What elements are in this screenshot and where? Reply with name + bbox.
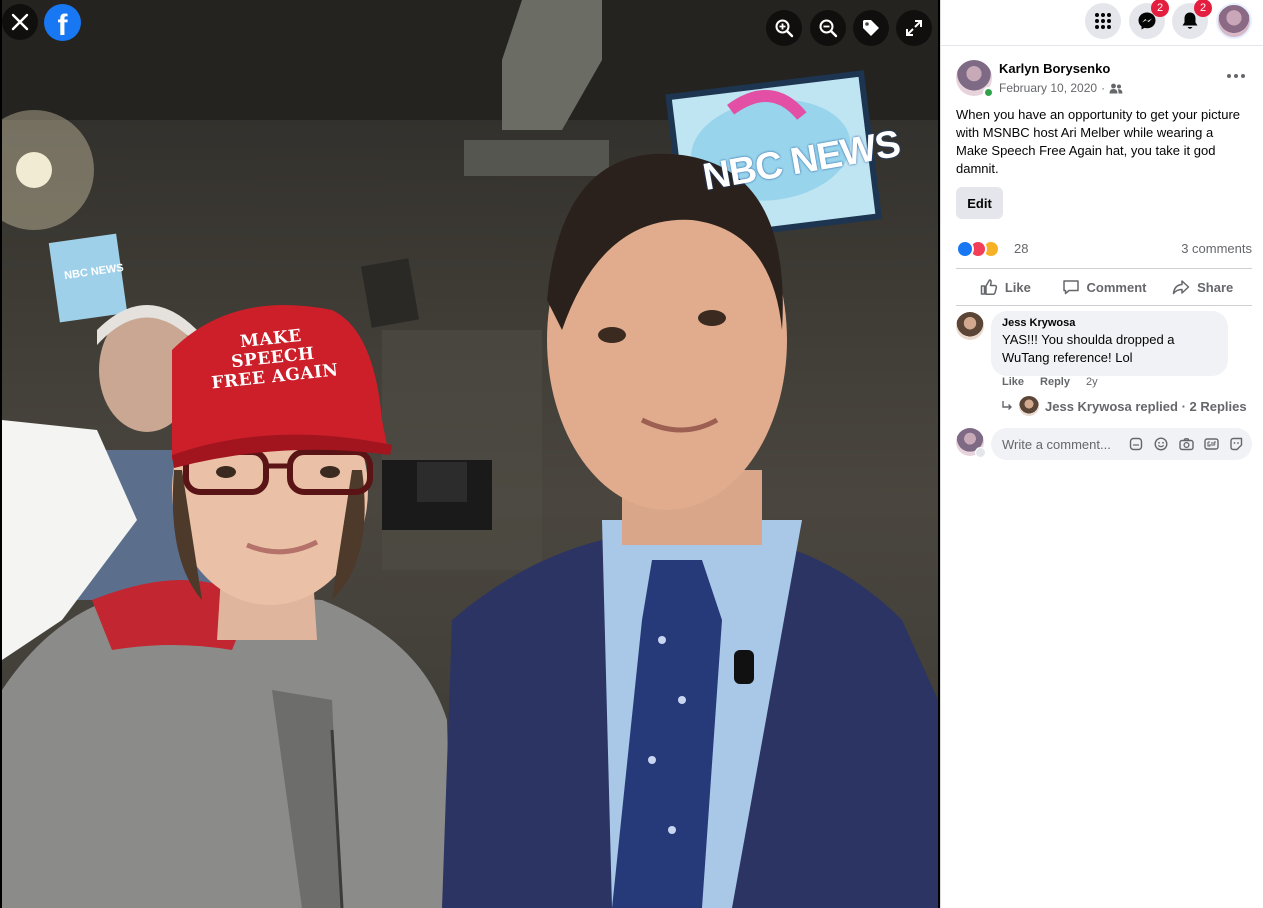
like-button[interactable]: Like	[956, 269, 1055, 305]
menu-button[interactable]	[1085, 3, 1121, 39]
comment-reply-button[interactable]: Reply	[1040, 376, 1070, 388]
reaction-icons[interactable]	[956, 240, 1010, 258]
share-label: Share	[1197, 279, 1234, 295]
comment-count[interactable]: 3 comments	[1181, 241, 1252, 256]
facebook-logo-letter: f	[57, 8, 68, 42]
share-icon	[1172, 280, 1190, 295]
author-name[interactable]: Karlyn Borysenko	[999, 61, 1110, 76]
chevron-down-icon[interactable]	[975, 447, 986, 458]
like-label: Like	[1004, 279, 1031, 295]
fullscreen-button[interactable]	[896, 10, 932, 46]
comment-text: YAS!!! You shoulda dropped a WuTang refe…	[1002, 332, 1175, 365]
online-status-dot	[983, 87, 994, 98]
commenter-name[interactable]: Jess Krywosa	[1002, 317, 1216, 329]
date-separator: ·	[1101, 81, 1106, 95]
reactions-summary: 28 3 comments	[956, 238, 1252, 260]
avatar-sticker-icon[interactable]	[1128, 436, 1144, 452]
post-side-panel: 2 2 Karlyn Borysenko February 10, 2020 ·	[940, 0, 1263, 908]
post-header: Karlyn Borysenko February 10, 2020 ·	[941, 60, 1263, 110]
gif-icon[interactable]	[1203, 436, 1219, 452]
more-dot-icon	[1234, 74, 1238, 78]
post-options-button[interactable]	[1222, 66, 1250, 86]
share-button[interactable]: Share	[1153, 269, 1252, 305]
tag-photo-button[interactable]	[853, 10, 889, 46]
account-avatar[interactable]	[1216, 3, 1252, 39]
top-bar: 2 2	[941, 0, 1263, 46]
post-date[interactable]: February 10, 2020	[999, 81, 1097, 95]
post-text: When you have an opportunity to get your…	[956, 107, 1241, 176]
sticker-icon[interactable]	[1228, 436, 1244, 452]
grid-icon	[1095, 13, 1111, 29]
comment-label: Comment	[1086, 279, 1147, 295]
reply-arrow-icon	[1002, 401, 1012, 410]
messenger-button[interactable]: 2	[1129, 0, 1169, 39]
emoji-icon[interactable]	[1153, 436, 1169, 452]
photo-illustration	[2, 0, 938, 908]
comment-composer	[956, 428, 1252, 460]
notifications-badge: 2	[1194, 0, 1212, 17]
thumbs-up-icon	[980, 279, 997, 296]
messenger-badge: 2	[1151, 0, 1169, 17]
post-photo[interactable]: NBC NEWS NBC NEWS MAKE SPEECH FREE AGAIN	[2, 0, 938, 908]
replier-avatar	[1019, 396, 1039, 416]
friends-audience-icon[interactable]	[1109, 83, 1123, 94]
zoom-out-icon	[819, 19, 838, 38]
tag-icon	[863, 20, 879, 36]
edit-button[interactable]: Edit	[956, 187, 1003, 219]
reaction-count[interactable]: 28	[1014, 241, 1028, 256]
replies-text: Jess Krywosa replied · 2 Replies	[1045, 398, 1247, 414]
comment-bubble: Jess Krywosa YAS!!! You shoulda dropped …	[991, 311, 1228, 376]
zoom-in-button[interactable]	[766, 10, 802, 46]
close-icon	[11, 13, 29, 31]
camera-icon[interactable]	[1178, 436, 1194, 452]
photo-viewer: NBC NEWS NBC NEWS MAKE SPEECH FREE AGAIN…	[0, 0, 940, 908]
comment-icon	[1062, 280, 1079, 295]
more-dot-icon	[1241, 74, 1245, 78]
view-replies-link[interactable]: Jess Krywosa replied · 2 Replies	[1001, 396, 1247, 416]
zoom-out-button[interactable]	[810, 10, 846, 46]
comment-actions: Like Reply 2y	[1002, 376, 1098, 388]
comment-button[interactable]: Comment	[1055, 269, 1154, 305]
zoom-in-icon	[775, 19, 794, 38]
composer-tools	[1128, 436, 1244, 452]
notifications-button[interactable]: 2	[1172, 0, 1212, 39]
commenter-avatar[interactable]	[956, 312, 984, 340]
more-dot-icon	[1227, 74, 1231, 78]
close-button[interactable]	[2, 4, 38, 40]
facebook-logo[interactable]: f	[44, 4, 81, 42]
like-reaction-icon	[956, 240, 974, 258]
fullscreen-icon	[906, 20, 922, 36]
post-actions: Like Comment Share	[956, 268, 1252, 306]
post-meta: February 10, 2020 ·	[999, 81, 1123, 95]
comment-age[interactable]: 2y	[1086, 376, 1098, 388]
comment-like-button[interactable]: Like	[1002, 376, 1024, 388]
